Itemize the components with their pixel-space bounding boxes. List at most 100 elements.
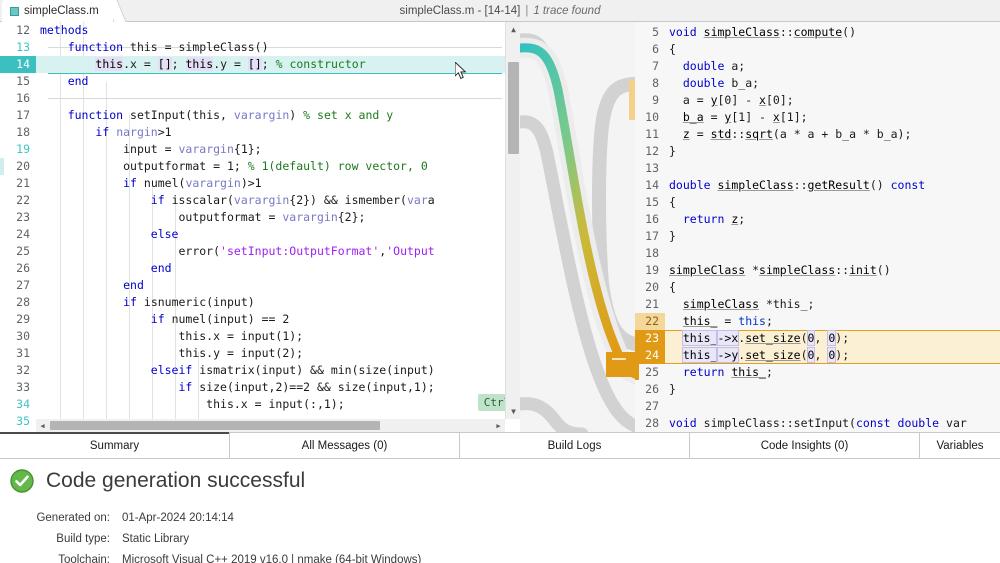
code-line[interactable]: 20 { — [635, 279, 1000, 296]
line-number: 16 — [16, 91, 30, 105]
code-line[interactable]: 26 end — [0, 260, 520, 277]
left-editor-vertical-scrollbar[interactable]: ▲ ▼ — [505, 22, 520, 419]
line-number: 12 — [16, 23, 30, 37]
line-number: 22 — [635, 313, 665, 330]
code-line[interactable]: 21 simpleClass *this_; — [635, 296, 1000, 313]
line-number: 7 — [652, 59, 659, 73]
code-line[interactable]: 19 simpleClass *simpleClass::init() — [635, 262, 1000, 279]
code-line[interactable]: 11 z = std::sqrt(a * a + b_a * b_a); — [635, 126, 1000, 143]
code-line[interactable]: 24 else — [0, 226, 520, 243]
scroll-right-icon[interactable]: ▶ — [492, 419, 505, 432]
field-build-type-value: Static Library — [122, 533, 190, 545]
code-line[interactable]: 28 void simpleClass::setInput(const doub… — [635, 415, 1000, 432]
line-number: 26 — [16, 261, 30, 275]
line-number: 31 — [16, 346, 30, 360]
status-row: Code generation successful — [10, 469, 305, 493]
tab-build-logs[interactable]: Build Logs — [460, 433, 690, 459]
code-line[interactable]: 16 return z; — [635, 211, 1000, 228]
line-number: 14 — [0, 56, 36, 73]
code-line[interactable]: 9 a = y[0] - x[0]; — [635, 92, 1000, 109]
code-line[interactable]: 27 — [635, 398, 1000, 415]
title-separator: | — [525, 5, 529, 17]
tab-code-insights[interactable]: Code Insights (0) — [690, 433, 920, 459]
line-number: 19 — [645, 263, 659, 277]
code-line[interactable]: 17 } — [635, 228, 1000, 245]
line-number: 21 — [645, 297, 659, 311]
line-number: 5 — [652, 25, 659, 39]
matlab-source-editor[interactable]: 12 methods 13 function this = simpleClas… — [0, 22, 520, 432]
tab-code-insights-label: Code Insights (0) — [760, 440, 849, 452]
vertical-scroll-thumb[interactable] — [508, 62, 519, 154]
code-line[interactable]: 7 double a; — [635, 58, 1000, 75]
line-number: 21 — [16, 176, 30, 190]
code-line[interactable]: 30 this.x = input(1); — [0, 328, 520, 345]
code-line[interactable]: 16 — [0, 90, 520, 107]
tab-all-messages-label: All Messages (0) — [301, 440, 388, 452]
code-line[interactable]: 33 if size(input,2)==2 && size(input,1); — [0, 379, 520, 396]
code-line-selected[interactable]: 14 this.x = []; this.y = []; % construct… — [0, 56, 520, 73]
tab-variables-label: Variables — [936, 440, 984, 452]
line-number: 23 — [635, 330, 665, 347]
editor-split-container: 12 methods 13 function this = simpleClas… — [0, 22, 1000, 432]
code-line[interactable]: 13 — [635, 160, 1000, 177]
line-number: 11 — [645, 127, 659, 141]
code-line[interactable]: 12 methods — [0, 22, 520, 39]
line-number: 9 — [652, 93, 659, 107]
left-editor-horizontal-scrollbar[interactable]: ◀ ▶ — [36, 419, 505, 432]
code-line[interactable]: 15 { — [635, 194, 1000, 211]
code-line[interactable]: 28 if isnumeric(input) — [0, 294, 520, 311]
scroll-left-icon[interactable]: ◀ — [36, 419, 49, 432]
scroll-down-icon[interactable]: ▼ — [506, 404, 520, 419]
code-line[interactable]: 22 if isscalar(varargin{2}) && ismember(… — [0, 192, 520, 209]
code-line[interactable]: 25 error('setInput:OutputFormat','Output — [0, 243, 520, 260]
code-line[interactable]: 26 } — [635, 381, 1000, 398]
code-line[interactable]: 5 void simpleClass::compute() — [635, 24, 1000, 41]
code-line[interactable]: 23 outputformat = varargin{2}; — [0, 209, 520, 226]
tab-summary[interactable]: Summary — [0, 432, 230, 459]
document-tab-simpleclass[interactable]: simpleClass.m — [2, 0, 114, 22]
code-line[interactable]: 32 elseif ismatrix(input) && min(size(in… — [0, 362, 520, 379]
generated-cpp-viewer[interactable]: 5 void simpleClass::compute() 6 { 7 doub… — [635, 22, 1000, 432]
line-number: 16 — [645, 212, 659, 226]
line-number: 25 — [645, 365, 659, 379]
code-line[interactable]: 8 double b_a; — [635, 75, 1000, 92]
line-number: 15 — [16, 74, 30, 88]
code-line[interactable]: 21 if numel(varargin)>1 — [0, 175, 520, 192]
trace-link-svg — [520, 33, 635, 432]
titlebar-title: simpleClass.m - [14-14] | 1 trace found — [0, 0, 1000, 22]
code-line-traced[interactable]: 24 this_->y.set_size(0, 0); — [635, 347, 1000, 364]
line-number: 24 — [635, 347, 665, 364]
line-number: 14 — [645, 178, 659, 192]
code-line[interactable]: 19 input = varargin{1}; — [0, 141, 520, 175]
code-line[interactable]: 18 if nargin>1 — [0, 124, 520, 141]
field-generated-on-key: Generated on: — [36, 512, 110, 524]
code-line[interactable]: 13 function this = simpleClass() — [0, 39, 520, 73]
line-number: 25 — [16, 244, 30, 258]
code-line[interactable]: 18 — [635, 245, 1000, 262]
code-line[interactable]: 27 end — [0, 277, 520, 294]
success-check-icon — [10, 469, 34, 493]
code-line-traced[interactable]: 23 this_->x.set_size(0, 0); — [635, 330, 1000, 347]
line-number: 32 — [16, 363, 30, 377]
code-line[interactable]: 10 b_a = y[1] - x[1]; — [635, 109, 1000, 126]
code-line[interactable]: 25 return this_; — [635, 364, 1000, 381]
report-tabbar: Summary All Messages (0) Build Logs Code… — [0, 432, 1000, 459]
code-line[interactable]: 29 if numel(input) == 2 — [0, 311, 520, 328]
code-line[interactable]: 17 function setInput(this, varargin) % s… — [0, 107, 520, 124]
tab-all-messages[interactable]: All Messages (0) — [230, 433, 460, 459]
code-line[interactable]: 12 } — [635, 143, 1000, 160]
code-line[interactable]: 34 this.x = input(:,1); — [0, 396, 520, 413]
code-line[interactable]: 20 outputformat = 1; % 1(default) row ve… — [0, 158, 520, 175]
tab-summary-label: Summary — [89, 440, 140, 452]
code-line[interactable]: 22 this_ = this; — [635, 313, 1000, 330]
code-line[interactable]: 14 double simpleClass::getResult() const — [635, 177, 1000, 194]
horizontal-scroll-thumb[interactable] — [50, 421, 380, 430]
line-number: 17 — [645, 229, 659, 243]
code-line[interactable]: 31 this.y = input(2); — [0, 345, 520, 362]
code-line[interactable]: 6 { — [635, 41, 1000, 58]
line-number: 18 — [16, 125, 30, 139]
scroll-up-icon[interactable]: ▲ — [506, 22, 520, 37]
tab-variables[interactable]: Variables — [920, 433, 1000, 459]
code-line[interactable]: 15 end — [0, 73, 520, 90]
tab-build-logs-label: Build Logs — [547, 440, 602, 452]
